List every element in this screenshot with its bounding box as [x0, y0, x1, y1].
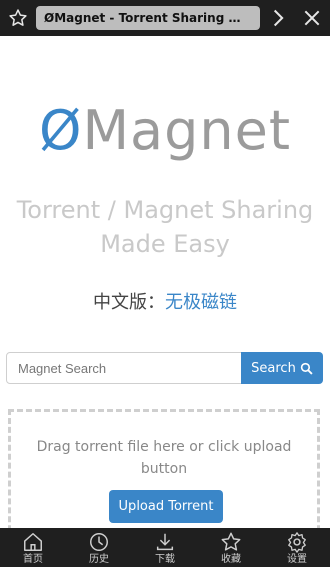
nav-item-favorites[interactable]: 收藏 — [198, 528, 264, 567]
home-icon — [22, 531, 44, 553]
upload-torrent-button[interactable]: Upload Torrent — [109, 490, 223, 523]
tagline: Torrent / Magnet Sharing Made Easy — [16, 196, 314, 258]
bookmark-button[interactable] — [0, 0, 36, 36]
search-form: Search — [6, 352, 323, 384]
page-title-tab[interactable]: ØMagnet - Torrent Sharing Made Easy — [36, 6, 260, 30]
site-logo: ØMagnet — [0, 98, 330, 164]
nav-item-home[interactable]: 首页 — [0, 528, 66, 567]
close-button[interactable] — [294, 0, 330, 36]
logo-symbol: Ø — [38, 99, 83, 162]
chinese-version-line: 中文版：无极磁链 — [0, 288, 330, 314]
drop-zone-message: Drag torrent file here or click upload b… — [36, 439, 292, 477]
close-icon — [302, 8, 322, 28]
search-button[interactable]: Search — [241, 352, 323, 384]
star-icon — [220, 531, 242, 553]
search-icon — [300, 362, 313, 375]
nav-item-history[interactable]: 历史 — [66, 528, 132, 567]
browser-top-bar: ØMagnet - Torrent Sharing Made Easy — [0, 0, 330, 36]
chevron-right-icon — [268, 8, 288, 28]
nav-label: 下载 — [155, 554, 175, 565]
magnet-search-input[interactable] — [6, 352, 242, 384]
nav-label: 历史 — [89, 554, 109, 565]
chinese-version-label: 中文版： — [93, 292, 165, 313]
gear-icon — [286, 531, 308, 553]
star-icon — [8, 8, 28, 28]
search-button-label: Search — [251, 360, 296, 376]
forward-button[interactable] — [260, 0, 296, 36]
clock-icon — [88, 531, 110, 553]
nav-label: 首页 — [23, 554, 43, 565]
bottom-navigation: 首页 历史 下载 收藏 设置 — [0, 528, 330, 567]
nav-label: 收藏 — [221, 554, 241, 565]
nav-item-settings[interactable]: 设置 — [264, 528, 330, 567]
nav-item-download[interactable]: 下载 — [132, 528, 198, 567]
nav-label: 设置 — [287, 554, 307, 565]
download-icon — [154, 531, 176, 553]
chinese-version-link[interactable]: 无极磁链 — [165, 292, 237, 313]
logo-text: Magnet — [82, 99, 292, 162]
